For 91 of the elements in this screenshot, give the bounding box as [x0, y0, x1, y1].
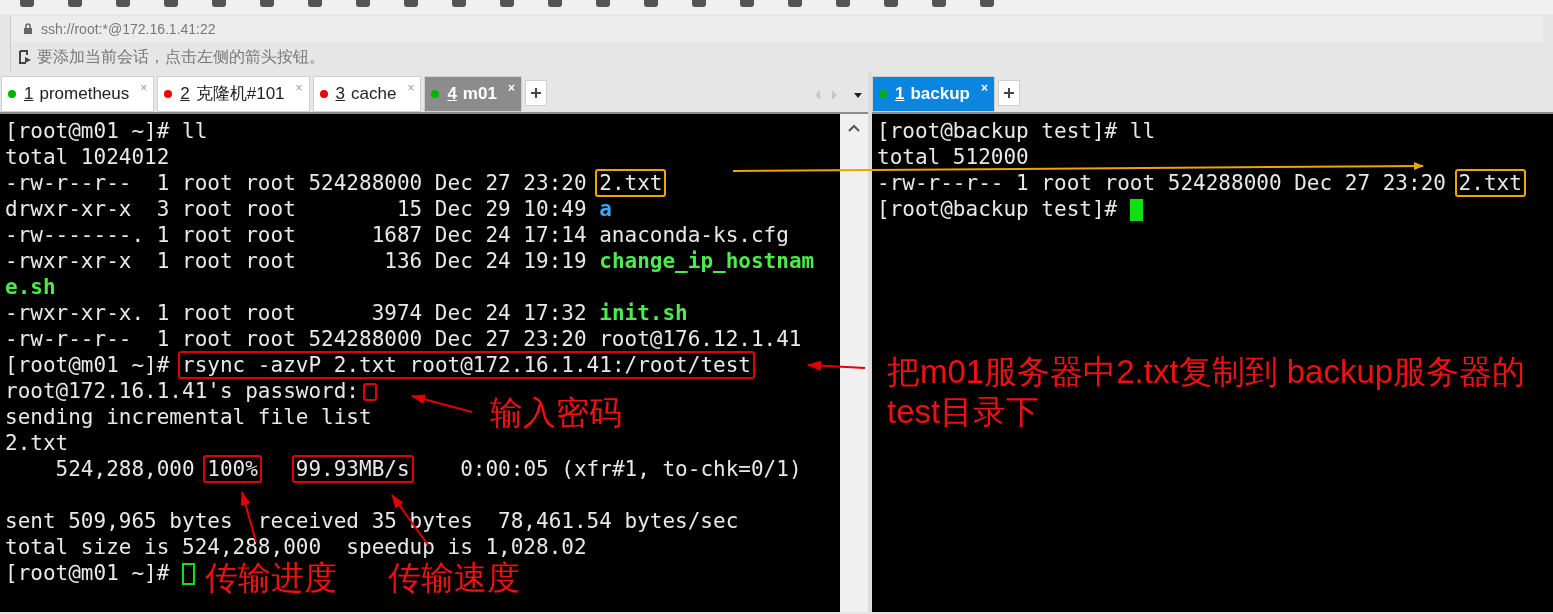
lock-icon: [23, 23, 33, 35]
terminal-text: total size is 524,288,000 speedup is 1,028.02: [5, 535, 587, 559]
terminal-text: -rw-r--r-- 1 root root 524288000 Dec 27 23:20: [877, 171, 1447, 195]
toolbar-icon[interactable]: [404, 0, 418, 7]
toolbar-icon[interactable]: [260, 0, 274, 7]
arrow-icon: [19, 50, 33, 64]
address-text: ssh://root:*@172.16.1.41:22: [41, 19, 216, 39]
terminal-text: total 1024012: [5, 145, 170, 169]
terminal-text: rsync -azvP 2.txt root@172.16.1.41:/root/test: [178, 351, 755, 379]
terminal-text: [root@backup test]#: [877, 197, 1119, 221]
toolbar-icon[interactable]: [980, 0, 994, 7]
toolbar-icon[interactable]: [932, 0, 946, 7]
scroll-arrows-icon: [814, 90, 838, 100]
toolbar-icon[interactable]: [740, 0, 754, 7]
terminal-text: [root@m01 ~]#: [5, 561, 171, 585]
terminal-text: 524,288,000: [54, 457, 196, 481]
terminal-text: 0:00:05 (xfr#1, to-chk=0/1): [459, 457, 802, 481]
terminal-text: -rwxr-xr-x. 1 root root 3974 Dec 24 17:32: [5, 301, 588, 325]
terminal-text: root@172.16.1.41's password:: [5, 379, 359, 403]
terminal-text: -rw-r--r-- 1 root root 524288000 Dec 27 23:20 root@176.12.1.41: [5, 327, 802, 351]
terminal-cursor: [182, 563, 195, 585]
toolbar-icon[interactable]: [212, 0, 226, 7]
session-tab[interactable]: 1 prometheus ×: [1, 76, 155, 112]
annotation-text: 把m01服务器中2.txt复制到 backup服务器的test目录下: [887, 352, 1527, 432]
toolbar-icon[interactable]: [788, 0, 802, 7]
terminal-text: [root@m01 ~]# ll: [5, 119, 208, 143]
toolbar-icon[interactable]: [884, 0, 898, 7]
terminal-text: -rw-r--r-- 1 root root 524288000 Dec 27 23:20: [5, 171, 588, 195]
toolbar-icon[interactable]: [500, 0, 514, 7]
terminal-text: init.sh: [599, 301, 688, 325]
hint-text: 要添加当前会话，点击左侧的箭头按钮。: [37, 47, 325, 67]
annotation-text: 传输进度: [205, 558, 337, 598]
toolbar-icon[interactable]: [548, 0, 562, 7]
terminal-text: [root@backup test]# ll: [877, 119, 1156, 143]
tab-number: 4: [447, 83, 457, 106]
toolbar-icon[interactable]: [596, 0, 610, 7]
terminal-text: 99.93MB/s: [291, 455, 414, 483]
tab-label: 克隆机#101: [195, 83, 285, 106]
toolbar-icon[interactable]: [68, 0, 82, 7]
terminal-text: total 512000: [877, 145, 1029, 169]
tab-number: 1: [24, 83, 34, 106]
terminal-text: -rwxr-xr-x 1 root root 136 Dec 24 19:19: [5, 249, 588, 273]
terminal-text: sending incremental file list: [5, 405, 372, 429]
terminal-text: [root@m01 ~]#: [5, 353, 171, 377]
toolbar-icon[interactable]: [692, 0, 706, 7]
toolbar-icon[interactable]: [452, 0, 466, 7]
plus-icon: [530, 88, 541, 98]
toolbar-icon[interactable]: [836, 0, 850, 7]
toolbar-icon[interactable]: [308, 0, 322, 7]
session-tab[interactable]: 4 m01 ×: [424, 76, 522, 112]
tab-label: backup: [910, 83, 970, 106]
terminal-text: -rw-------. 1 root root 1687 Dec 24 17:14 anaconda-ks.cfg: [5, 223, 789, 247]
terminal-text: a: [599, 197, 612, 221]
close-icon[interactable]: ×: [407, 79, 415, 97]
session-tab[interactable]: 2 克隆机#101 ×: [157, 76, 310, 112]
new-tab-button[interactable]: [524, 80, 547, 106]
session-tab[interactable]: 1 backup ×: [872, 76, 995, 112]
terminal-text: 2.txt: [595, 169, 667, 197]
plus-icon: [1004, 88, 1014, 98]
tab-label: prometheus: [39, 83, 130, 106]
tab-label: cache: [351, 83, 397, 106]
terminal-cursor: [1129, 199, 1143, 221]
new-tab-button[interactable]: [998, 80, 1020, 106]
scrollbar[interactable]: [840, 114, 868, 612]
toolbar-icon[interactable]: [20, 0, 34, 7]
close-icon[interactable]: ×: [140, 79, 148, 97]
tab-number: 3: [335, 83, 345, 106]
terminal-text: e.sh: [5, 275, 56, 299]
annotation-text: 传输速度: [388, 558, 520, 598]
toolbar-icon[interactable]: [116, 0, 130, 7]
dropdown-icon: [854, 93, 862, 98]
tab-label: m01: [462, 83, 497, 106]
tab-number: 2: [180, 83, 190, 106]
terminal-text: change_ip_hostnam: [599, 249, 815, 273]
close-icon[interactable]: ×: [507, 79, 515, 97]
tab-number: 1: [895, 83, 905, 106]
terminal-text: drwxr-xr-x 3 root root 15 Dec 29 10:49: [5, 197, 588, 221]
caret-up-icon: [848, 124, 860, 132]
annotation-arrow: [807, 360, 866, 371]
close-icon[interactable]: ×: [981, 79, 988, 97]
toolbar-icon[interactable]: [644, 0, 658, 7]
session-tab[interactable]: 3 cache ×: [312, 76, 422, 112]
terminal-text: sent 509,965 bytes received 35 bytes 78,461.54 bytes/sec: [5, 509, 739, 533]
close-icon[interactable]: ×: [295, 79, 303, 97]
annotation-text: 输入密码: [490, 393, 622, 433]
terminal-text: 2.txt: [5, 431, 69, 455]
terminal-text: 2.txt: [1454, 169, 1526, 197]
terminal-text: 100%: [203, 455, 262, 483]
annotation-arrow: [411, 394, 473, 413]
toolbar-icon[interactable]: [164, 0, 178, 7]
toolbar-icon[interactable]: [356, 0, 370, 7]
